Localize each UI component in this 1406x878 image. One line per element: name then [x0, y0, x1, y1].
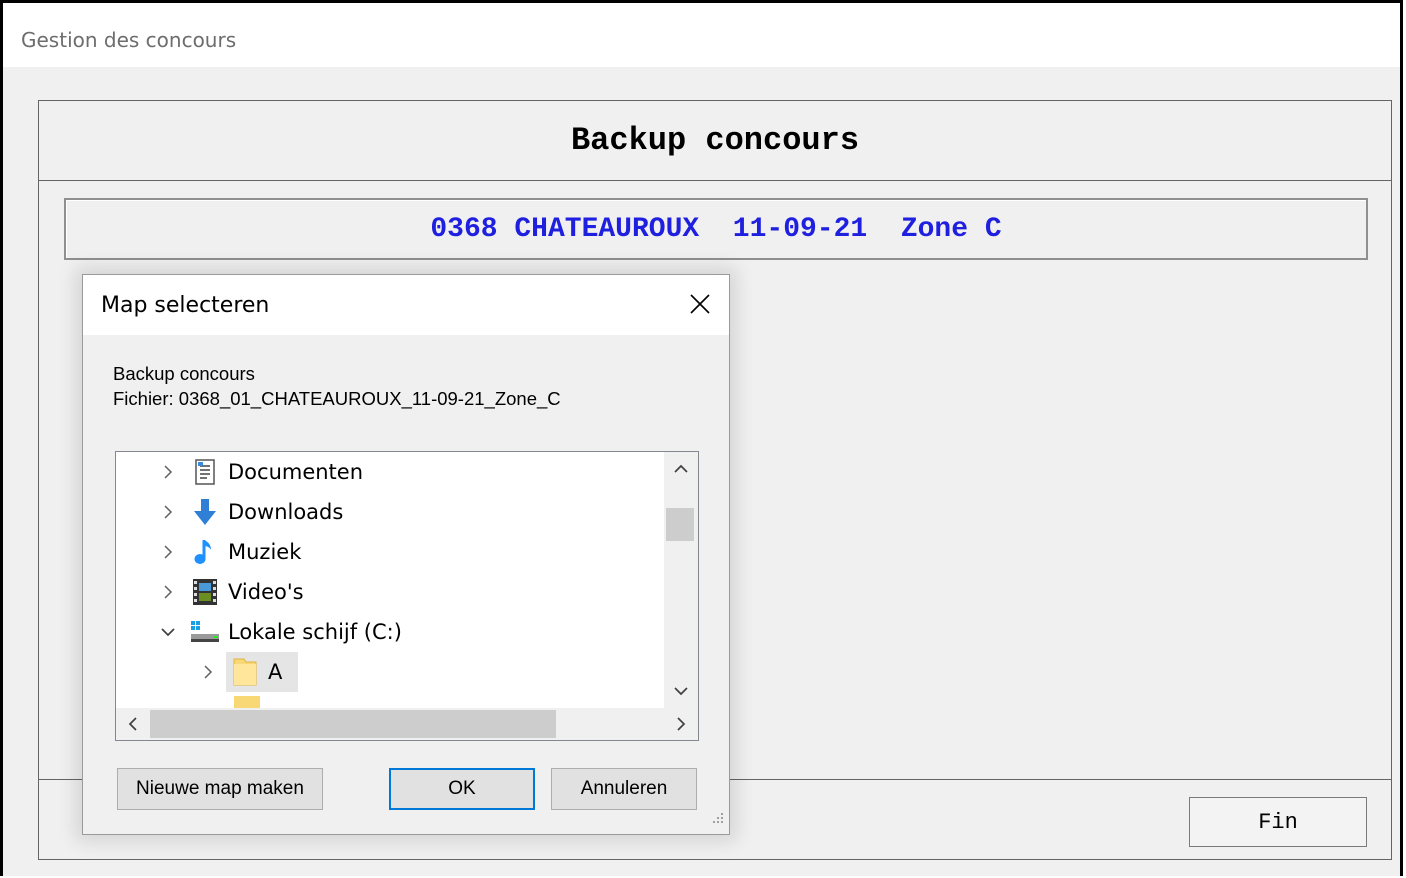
scroll-down-icon[interactable]: [664, 676, 698, 706]
tree-item-downloads[interactable]: Downloads: [158, 492, 343, 532]
dialog-description: Backup concours Fichier: 0368_01_CHATEAU…: [113, 361, 561, 411]
tree-item-label: Documenten: [228, 460, 364, 484]
close-icon[interactable]: [685, 289, 715, 319]
cancel-button[interactable]: Annuleren: [551, 768, 697, 810]
scroll-right-icon[interactable]: [664, 708, 698, 740]
chevron-right-icon[interactable]: [198, 662, 218, 682]
tree-item-label: Downloads: [228, 500, 344, 524]
new-folder-button[interactable]: Nieuwe map maken: [117, 768, 323, 810]
chevron-right-icon[interactable]: [158, 462, 178, 482]
tree-item-label: A: [268, 660, 283, 684]
tree-item-label: Muziek: [228, 540, 302, 564]
videos-icon: [190, 577, 220, 607]
description-line-2: Fichier: 0368_01_CHATEAUROUX_11-09-21_Zo…: [113, 388, 561, 409]
contest-info: 0368 CHATEAUROUX 11-09-21 Zone C: [64, 198, 1368, 260]
panel-header: Backup concours: [39, 101, 1391, 181]
tree-item-local-disk[interactable]: Lokale schijf (C:): [158, 612, 402, 652]
chevron-right-icon[interactable]: [158, 502, 178, 522]
folder-select-dialog: Map selecteren Backup concours Fichier: …: [82, 274, 730, 835]
music-icon: [190, 537, 220, 567]
scroll-left-icon[interactable]: [116, 708, 150, 740]
fin-button[interactable]: Fin: [1189, 797, 1367, 847]
tree-item-a[interactable]: A: [198, 652, 282, 692]
ok-button[interactable]: OK: [389, 768, 535, 810]
description-line-1: Backup concours: [113, 363, 255, 384]
dialog-titlebar: Map selecteren: [83, 275, 729, 335]
chevron-right-icon[interactable]: [158, 542, 178, 562]
tree-item-label: Lokale schijf (C:): [228, 620, 402, 644]
documents-icon: [190, 457, 220, 487]
chevron-right-icon[interactable]: [158, 582, 178, 602]
horizontal-scroll-thumb[interactable]: [150, 710, 556, 738]
chevron-down-icon[interactable]: [158, 622, 178, 642]
tree-item-label: Video's: [228, 580, 304, 604]
resize-grip-icon[interactable]: [711, 811, 725, 830]
horizontal-scrollbar[interactable]: [116, 708, 698, 740]
downloads-icon: [190, 497, 220, 527]
tree-item-documenten[interactable]: Documenten: [158, 452, 363, 492]
vertical-scroll-thumb[interactable]: [666, 508, 694, 541]
folder-icon: [234, 696, 260, 708]
tree-item-videos[interactable]: Video's: [158, 572, 304, 612]
tree-item-muziek[interactable]: Muziek: [158, 532, 301, 572]
drive-icon: [190, 617, 220, 647]
window-title: Gestion des concours: [21, 28, 237, 52]
vertical-scrollbar[interactable]: [664, 452, 698, 708]
window-titlebar: Gestion des concours: [3, 3, 1400, 67]
dialog-title: Map selecteren: [101, 293, 270, 318]
folder-icon: [230, 657, 260, 687]
scroll-up-icon[interactable]: [664, 454, 698, 484]
folder-tree[interactable]: Documenten Downloads Muziek Video's Loka…: [115, 451, 699, 741]
panel-title: Backup concours: [570, 122, 860, 159]
